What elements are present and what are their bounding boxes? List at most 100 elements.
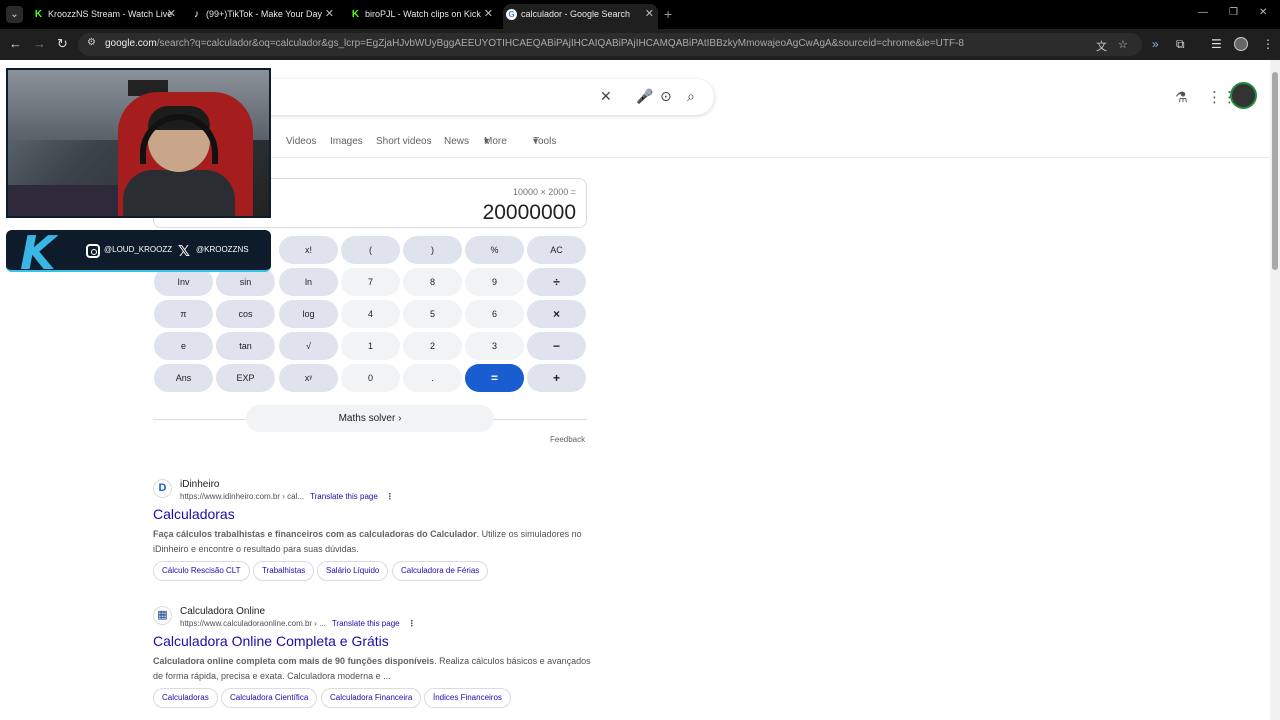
calc-key-1[interactable]: 1 <box>341 332 400 360</box>
calc-key-tan[interactable]: tan <box>216 332 275 360</box>
calc-key-all-clear[interactable]: AC <box>527 236 586 264</box>
idinheiro-logo-icon: D <box>153 479 172 498</box>
calc-key-cos[interactable]: cos <box>216 300 275 328</box>
close-icon[interactable]: ✕ <box>167 4 176 25</box>
calc-key-inverse[interactable]: Inv <box>154 268 213 296</box>
calc-key-power[interactable]: xʸ <box>279 364 338 392</box>
calc-key-log[interactable]: log <box>279 300 338 328</box>
forward-icon[interactable]: → <box>33 36 46 52</box>
chip[interactable]: Calculadoras <box>153 688 218 708</box>
cam-desk <box>8 185 118 216</box>
tab-news[interactable]: News <box>444 136 469 147</box>
chip[interactable]: Índices Financeiros <box>424 688 511 708</box>
new-tab-button[interactable]: + <box>664 6 672 22</box>
chip[interactable]: Trabalhistas <box>253 561 315 581</box>
tab-more[interactable]: More ▾ <box>484 136 507 147</box>
kick-icon: K <box>34 9 43 20</box>
profile-avatar[interactable] <box>1234 37 1248 51</box>
account-avatar[interactable] <box>1230 82 1257 109</box>
bookmark-star-icon[interactable]: ☆ <box>1118 38 1128 51</box>
calc-key-3[interactable]: 3 <box>465 332 524 360</box>
calc-key-add[interactable]: + <box>527 364 586 392</box>
tab-images[interactable]: Images <box>330 136 363 147</box>
chip[interactable]: Calculadora de Férias <box>392 561 489 581</box>
tab-biropjl[interactable]: K biroPJL - Watch clips on Kick ✕ <box>347 4 497 29</box>
chip[interactable]: Salário Líquido <box>317 561 389 581</box>
result-site-name[interactable]: iDinheiro <box>180 479 219 490</box>
calc-key-2[interactable]: 2 <box>403 332 462 360</box>
calc-key-factorial[interactable]: x! <box>279 236 338 264</box>
calc-key-equals[interactable]: = <box>465 364 524 392</box>
calc-key-ln[interactable]: ln <box>279 268 338 296</box>
tab-tools[interactable]: Tools ▾ <box>533 136 556 147</box>
snippet-bold: Faça cálculos trabalhistas e financeiros… <box>153 529 477 539</box>
calc-key-decimal[interactable]: . <box>403 364 462 392</box>
calc-key-close-paren[interactable]: ) <box>403 236 462 264</box>
restore-icon[interactable]: ❐ <box>1229 7 1238 18</box>
site-info-icon[interactable]: ⚙ <box>87 37 96 48</box>
reading-list-icon[interactable]: ☰ <box>1211 37 1222 51</box>
calc-key-exp[interactable]: EXP <box>216 364 275 392</box>
chip[interactable]: Calculadora Financeira <box>321 688 422 708</box>
calc-key-subtract[interactable]: − <box>527 332 586 360</box>
tab-kroozzns[interactable]: K KroozzNS Stream - Watch Live ✕ <box>30 4 180 29</box>
calc-key-euler[interactable]: e <box>154 332 213 360</box>
translate-icon[interactable]: 文 <box>1096 38 1107 54</box>
tab-title: calculador - Google Search <box>521 9 631 19</box>
calc-key-5[interactable]: 5 <box>403 300 462 328</box>
calc-key-open-paren[interactable]: ( <box>341 236 400 264</box>
lens-icon[interactable]: ⊙ <box>660 88 672 105</box>
calc-key-sqrt[interactable]: √ <box>279 332 338 360</box>
more-options-icon[interactable]: ⋮ <box>386 492 394 501</box>
translate-link[interactable]: Translate this page <box>310 492 378 501</box>
result-title[interactable]: Calculadoras <box>153 506 235 522</box>
tab-search-button[interactable]: ⌄ <box>6 6 23 23</box>
scrollbar-thumb[interactable] <box>1272 72 1278 270</box>
url-text[interactable]: google.com/search?q=calculador&oq=calcul… <box>105 38 964 49</box>
minimize-icon[interactable]: — <box>1198 7 1208 18</box>
calc-key-9[interactable]: 9 <box>465 268 524 296</box>
tab-google-search[interactable]: G calculador - Google Search ✕ <box>503 4 658 29</box>
menu-dots-icon[interactable]: ⋮ <box>1262 37 1274 51</box>
more-options-icon[interactable]: ⋮ <box>408 619 416 628</box>
calc-key-sin[interactable]: sin <box>216 268 275 296</box>
calc-key-percent[interactable]: % <box>465 236 524 264</box>
back-icon[interactable]: ← <box>9 36 22 52</box>
window-close-icon[interactable]: ✕ <box>1259 7 1267 18</box>
close-icon[interactable]: ✕ <box>484 4 493 25</box>
calc-key-7[interactable]: 7 <box>341 268 400 296</box>
reload-icon[interactable]: ↻ <box>57 36 68 52</box>
result-snippet: Faça cálculos trabalhistas e financeiros… <box>153 527 593 557</box>
page-scrollbar[interactable] <box>1270 60 1280 720</box>
calc-key-0[interactable]: 0 <box>341 364 400 392</box>
calc-key-4[interactable]: 4 <box>341 300 400 328</box>
clear-icon[interactable]: ✕ <box>600 88 612 105</box>
kick-icon: K <box>351 9 360 20</box>
microphone-icon[interactable]: 🎤 <box>636 88 653 105</box>
tab-short-videos[interactable]: Short videos <box>376 136 432 147</box>
feedback-link[interactable]: Feedback <box>550 435 585 444</box>
extensions-icon[interactable]: ⧉ <box>1176 37 1185 52</box>
tab-videos[interactable]: Videos <box>286 136 316 147</box>
omnibox[interactable]: ⚙ google.com/search?q=calculador&oq=calc… <box>78 33 1142 56</box>
search-icon[interactable]: ⌕ <box>687 88 695 105</box>
calc-key-pi[interactable]: π <box>154 300 213 328</box>
close-icon[interactable]: ✕ <box>645 4 654 25</box>
chip[interactable]: Calculadora Científica <box>221 688 318 708</box>
close-icon[interactable]: ✕ <box>325 4 334 25</box>
result-site-name[interactable]: Calculadora Online <box>180 606 265 617</box>
result-title[interactable]: Calculadora Online Completa e Grátis <box>153 633 389 649</box>
calc-key-multiply[interactable]: × <box>527 300 586 328</box>
calc-key-answer[interactable]: Ans <box>154 364 213 392</box>
tab-tiktok[interactable]: ♪ (99+)TikTok - Make Your Day ✕ <box>188 4 338 29</box>
calc-key-divide[interactable]: ÷ <box>527 268 586 296</box>
header-divider <box>150 157 1270 158</box>
url-domain: google.com <box>105 38 157 49</box>
chip[interactable]: Cálculo Rescisão CLT <box>153 561 250 581</box>
labs-flask-icon[interactable]: ⚗ <box>1175 89 1188 106</box>
translate-link[interactable]: Translate this page <box>332 619 400 628</box>
media-icon[interactable]: » <box>1152 37 1159 51</box>
calc-key-6[interactable]: 6 <box>465 300 524 328</box>
maths-solver-button[interactable]: Maths solver › <box>246 405 494 432</box>
calc-key-8[interactable]: 8 <box>403 268 462 296</box>
